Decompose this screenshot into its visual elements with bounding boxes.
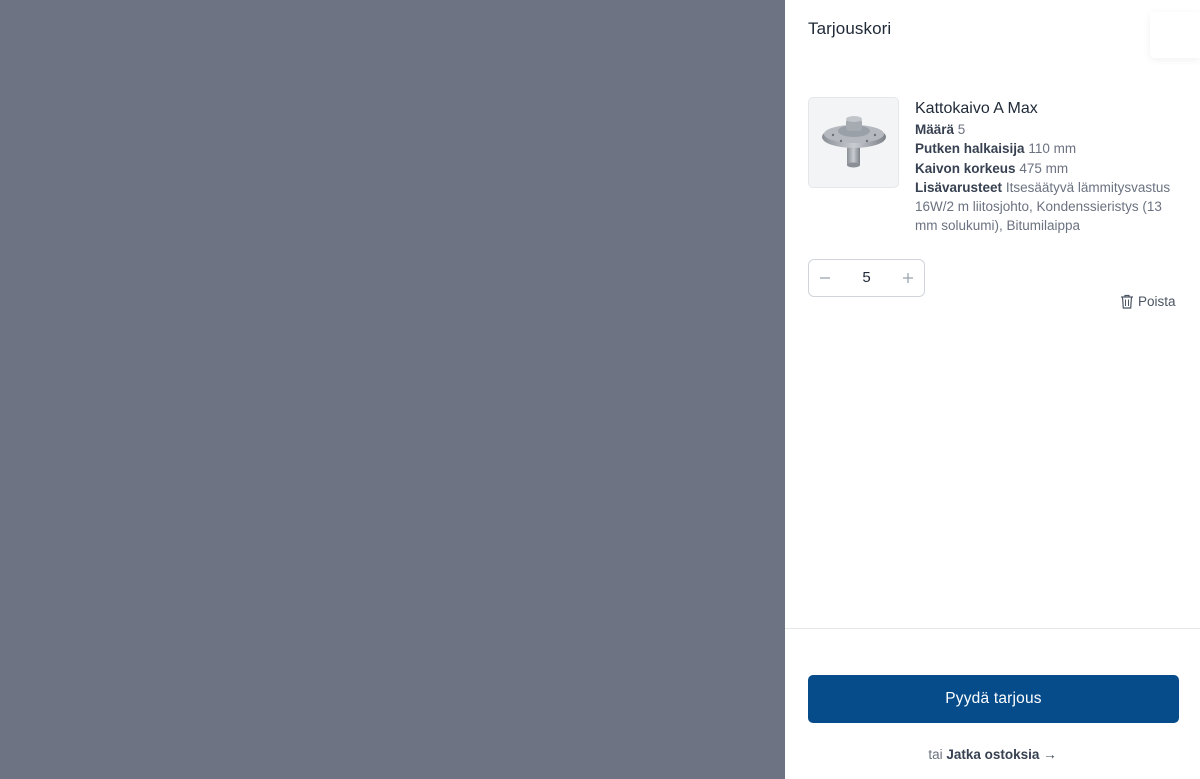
spec-value: 5 — [957, 122, 966, 137]
spec-label: Määrä — [915, 122, 955, 137]
item-name: Kattokaivo A Max — [915, 100, 1038, 117]
continue-prefix: tai — [928, 747, 943, 762]
continue-shopping-row: tai Jatka ostoksia → — [785, 747, 1200, 762]
footer-divider — [785, 628, 1200, 629]
remove-label: Poista — [1138, 293, 1176, 309]
quote-cart-drawer: Tarjouskori Kattokaivo A Max Määrä 5 Put… — [785, 0, 1200, 779]
spec-label: Kaivon korkeus — [915, 160, 1016, 176]
drawer-title: Tarjouskori — [808, 19, 892, 38]
minus-icon — [820, 277, 830, 279]
spec-row: Kaivon korkeus 475 mm — [915, 159, 1180, 178]
quantity-stepper: 5 — [808, 259, 925, 297]
spec-row: Lisävarusteet Itsesäätyvä lämmitysvastus… — [915, 178, 1180, 236]
continue-shopping-link[interactable]: Jatka ostoksia → — [946, 747, 1056, 762]
roof-drain-icon — [821, 115, 886, 167]
request-quote-button[interactable]: Pyydä tarjous — [808, 675, 1179, 723]
spec-label: Lisävarusteet — [915, 179, 1003, 195]
decrease-quantity-button[interactable] — [809, 260, 841, 296]
item-details: Kattokaivo A Max Määrä 5 Putken halkaisi… — [915, 99, 1180, 236]
close-button[interactable] — [1150, 12, 1200, 58]
backdrop-overlay[interactable] — [0, 0, 785, 779]
spec-label: Putken halkaisija — [915, 141, 1025, 157]
product-image — [808, 97, 899, 188]
spec-row: Määrä 5 — [915, 120, 1180, 139]
spec-value: 110 mm — [1028, 141, 1077, 157]
spec-row: Putken halkaisija 110 mm — [915, 139, 1180, 158]
increase-quantity-button[interactable] — [892, 260, 924, 296]
quantity-input[interactable]: 5 — [841, 260, 892, 296]
remove-item-button[interactable]: Poista — [1120, 291, 1176, 311]
plus-icon — [903, 273, 913, 283]
spec-value: 475 mm — [1019, 160, 1069, 176]
trash-icon — [1121, 294, 1133, 309]
